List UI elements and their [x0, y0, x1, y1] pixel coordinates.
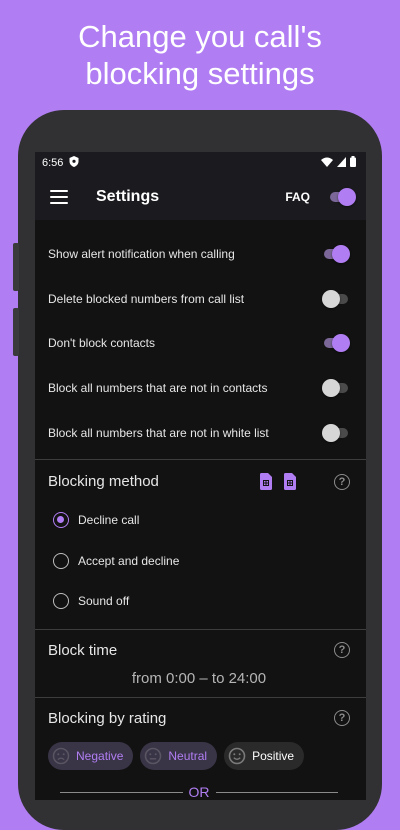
radio-sound-off[interactable]: Sound off	[48, 581, 350, 622]
toggle-label: Block all numbers that are not in contac…	[48, 381, 268, 396]
radio-button[interactable]	[53, 552, 69, 569]
headline-line-1: Change you call's	[78, 19, 322, 54]
promo-headline: Change you call's blocking settings	[0, 18, 400, 92]
radio-label: Accept and decline	[78, 553, 180, 568]
chip-positive[interactable]: Positive	[224, 742, 305, 771]
separator-line	[60, 791, 183, 793]
section-header: Block time ?	[48, 632, 350, 668]
block-time-section[interactable]: Block time ? from 0:00 – to 24:00	[35, 630, 366, 697]
chip-neutral[interactable]: Neutral	[140, 742, 218, 771]
toggle-row-delete-blocked[interactable]: Delete blocked numbers from call list	[35, 277, 366, 322]
radio-decline-call[interactable]: Decline call	[48, 500, 350, 541]
toggle-label: Don't block contacts	[48, 336, 156, 351]
radio-accept-and-decline[interactable]: Accept and decline	[48, 540, 350, 581]
or-label: OR	[188, 784, 210, 800]
settings-toggle-list: Show alert notification when calling Del…	[35, 220, 366, 455]
section-title: Blocking by rating	[48, 709, 167, 727]
page-title: Settings	[96, 188, 160, 205]
section-title: Blocking method	[48, 473, 159, 491]
sim2-icon[interactable]	[284, 473, 296, 491]
happy-face-icon	[228, 748, 246, 765]
phone-side-button	[13, 308, 19, 356]
neutral-face-icon	[145, 748, 162, 765]
radio-button[interactable]	[53, 593, 69, 610]
block-not-in-contacts-switch[interactable]	[322, 378, 350, 398]
status-icons	[321, 156, 356, 170]
radio-button[interactable]	[53, 512, 69, 529]
phone-screen: 6:56 Settings FAQ Show alert notificatio…	[35, 152, 366, 800]
section-header: Blocking by rating ?	[48, 700, 350, 736]
chip-negative[interactable]: Negative	[48, 742, 134, 771]
master-blocking-switch[interactable]	[328, 187, 356, 207]
chip-label: Positive	[252, 749, 295, 764]
alert-notification-switch[interactable]	[322, 244, 350, 264]
dont-block-contacts-switch[interactable]	[322, 333, 350, 353]
toggle-row-alert-notification[interactable]: Show alert notification when calling	[35, 232, 366, 277]
sim1-icon[interactable]	[260, 473, 272, 491]
battery-icon	[350, 156, 356, 170]
radio-label: Decline call	[78, 513, 140, 528]
toggle-label: Block all numbers that are not in white …	[48, 425, 269, 440]
delete-blocked-switch[interactable]	[322, 289, 350, 309]
block-not-in-whitelist-switch[interactable]	[322, 423, 350, 443]
chip-label: Neutral	[168, 749, 208, 764]
or-separator: OR	[48, 784, 350, 800]
toggle-row-block-not-in-whitelist[interactable]: Block all numbers that are not in white …	[35, 410, 366, 455]
help-icon[interactable]: ?	[334, 710, 350, 727]
rating-chips: Negative Neutral Positive	[48, 736, 350, 771]
toggle-row-block-not-in-contacts[interactable]: Block all numbers that are not in contac…	[35, 366, 366, 411]
blocking-by-rating-section: Blocking by rating ? Negative Neutral Po…	[35, 698, 366, 800]
block-time-range[interactable]: from 0:00 – to 24:00	[48, 668, 350, 697]
phone-side-button	[13, 243, 19, 291]
toggle-label: Delete blocked numbers from call list	[48, 291, 245, 306]
blocking-method-section: Blocking method ? Decline call Accept an…	[35, 460, 366, 622]
section-title: Block time	[48, 641, 118, 659]
headline-line-2: blocking settings	[85, 56, 315, 91]
toggle-label: Show alert notification when calling	[48, 247, 235, 262]
wifi-icon	[321, 157, 333, 170]
app-bar: Settings FAQ	[35, 174, 366, 220]
radio-label: Sound off	[78, 594, 130, 609]
help-icon[interactable]: ?	[334, 473, 350, 490]
status-time: 6:56	[42, 157, 64, 169]
shield-icon	[69, 156, 79, 170]
menu-icon[interactable]	[50, 190, 68, 204]
faq-button[interactable]: FAQ	[285, 190, 310, 204]
toggle-row-dont-block-contacts[interactable]: Don't block contacts	[35, 321, 366, 366]
help-icon[interactable]: ?	[334, 642, 350, 659]
chip-label: Negative	[76, 749, 124, 764]
section-header: Blocking method ?	[48, 464, 350, 500]
status-bar: 6:56	[35, 152, 366, 174]
sad-face-icon	[52, 748, 70, 765]
separator-line	[215, 791, 338, 793]
signal-icon	[337, 156, 346, 170]
